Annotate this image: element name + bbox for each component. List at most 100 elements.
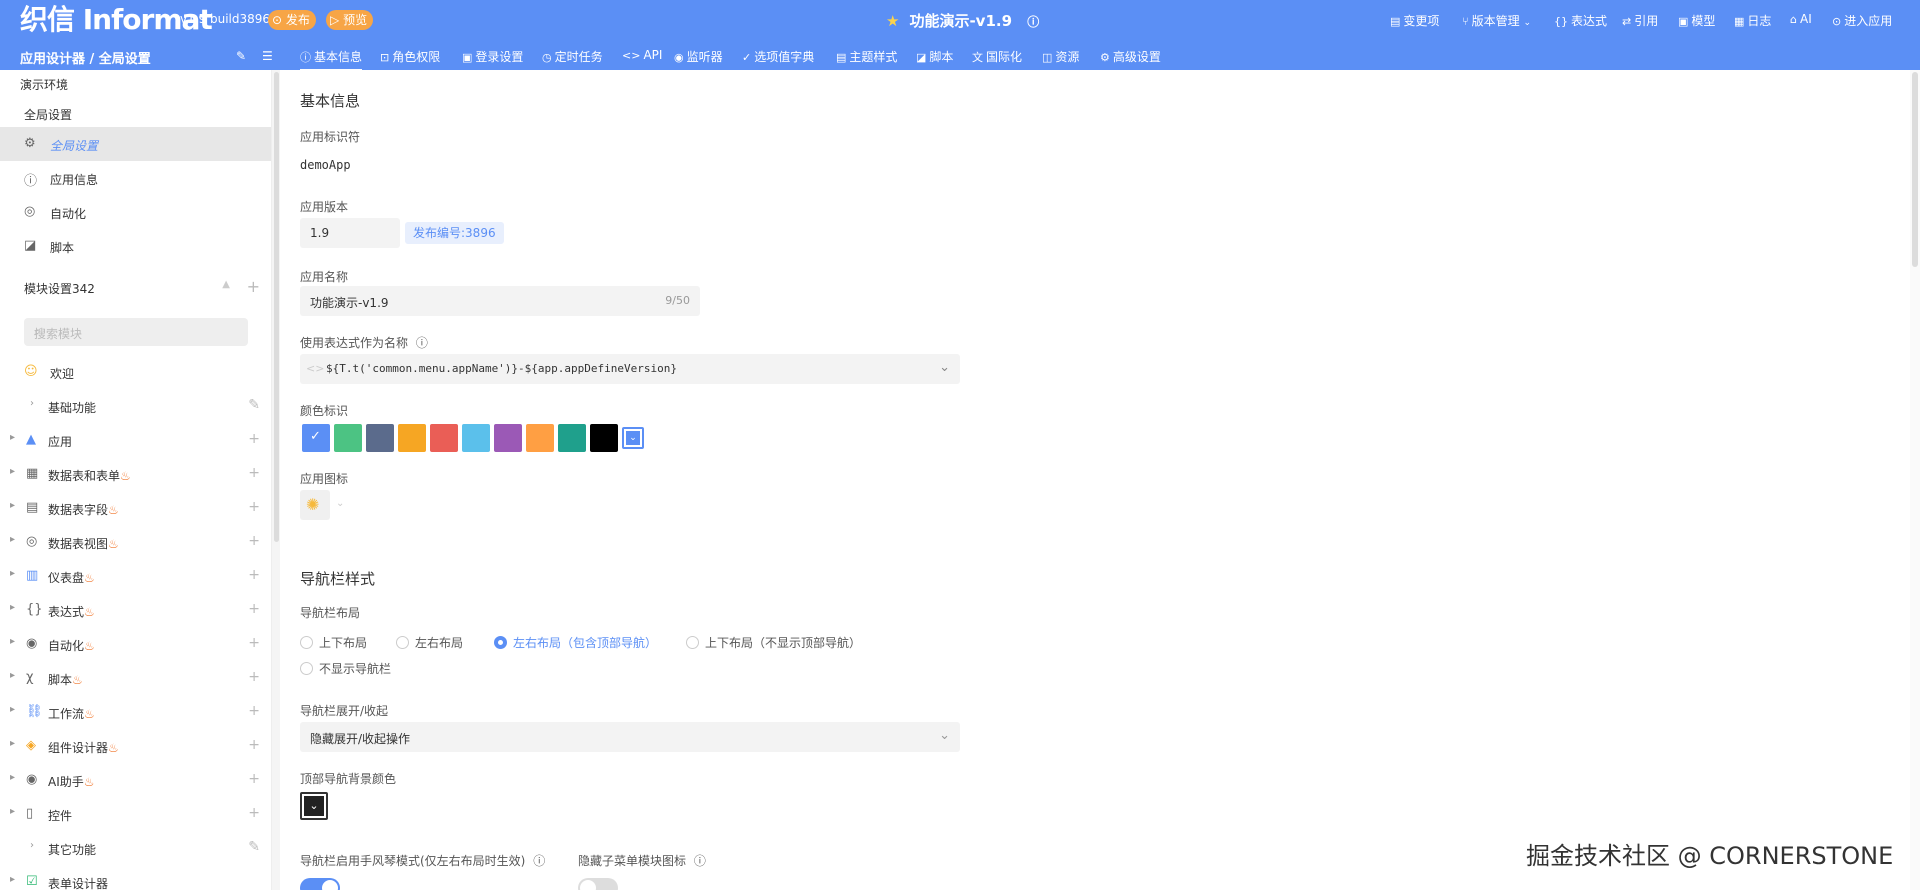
expr-name-input[interactable]: <> ${T.t('common.menu.appName')}-${app.ap…	[300, 354, 960, 384]
add-icon[interactable]: +	[248, 771, 260, 787]
color-swatch[interactable]	[430, 424, 458, 452]
tab-theme[interactable]: ▤ 主题样式	[836, 48, 897, 65]
add-icon[interactable]: +	[248, 465, 260, 481]
chevron-down-icon[interactable]: ⌄	[939, 360, 950, 375]
accordion-toggle[interactable]	[300, 878, 340, 890]
sidebar-item-table-field[interactable]: ▸ ▤ 数据表字段♨ +	[0, 491, 271, 525]
tab-resources[interactable]: ◫ 资源	[1042, 48, 1079, 65]
edit-icon[interactable]: ✎	[248, 839, 260, 855]
ai-button[interactable]: ⌂ AI	[1790, 12, 1812, 26]
help-icon[interactable]: ⓘ	[416, 336, 428, 350]
chevron-right-icon[interactable]: ▸	[10, 500, 15, 511]
tab-option-dict[interactable]: ✓ 选项值字典	[742, 48, 814, 65]
chevron-right-icon[interactable]: ▸	[10, 670, 15, 681]
layout-radio-left-right[interactable]: 左右布局	[396, 634, 463, 651]
module-search-input[interactable]: 搜索模块 ⌕	[24, 318, 248, 346]
sidebar-item-form-designer[interactable]: ▸ ☑ 表单设计器	[0, 865, 271, 890]
chevron-down-icon[interactable]: ⌄	[336, 498, 344, 509]
chevron-right-icon[interactable]: ▸	[10, 636, 15, 647]
add-icon[interactable]: +	[248, 431, 260, 447]
color-swatch[interactable]	[398, 424, 426, 452]
color-swatch[interactable]	[462, 424, 490, 452]
sidebar-item-component-designer[interactable]: ▸ ◈ 组件设计器♨ +	[0, 729, 271, 763]
add-icon[interactable]: +	[248, 737, 260, 753]
add-icon[interactable]: +	[248, 533, 260, 549]
chevron-right-icon[interactable]: ▸	[10, 874, 15, 885]
version-manage-button[interactable]: ⑂ 版本管理 ⌄	[1462, 12, 1531, 29]
publish-button[interactable]: ⊙ 发布	[268, 10, 316, 30]
chevron-right-icon[interactable]: ▸	[10, 738, 15, 749]
tab-basic-info[interactable]: ⓘ 基本信息	[300, 48, 363, 71]
tab-login[interactable]: ▣ 登录设置	[462, 48, 523, 65]
sidebar-item-ai-assistant[interactable]: ▸ ◉ AI助手♨ +	[0, 763, 271, 797]
tab-scheduled[interactable]: ◷ 定时任务	[542, 48, 603, 65]
top-bg-color-picker[interactable]: ⌄	[300, 792, 328, 820]
reference-button[interactable]: ⇄ 引用	[1622, 12, 1658, 29]
collapse-menu-icon[interactable]: ☰	[262, 49, 273, 63]
help-icon[interactable]: ⓘ	[1027, 15, 1039, 29]
color-swatch[interactable]	[366, 424, 394, 452]
preview-button[interactable]: ▷ 预览	[326, 10, 374, 30]
color-swatch[interactable]	[494, 424, 522, 452]
tab-listener[interactable]: ◉ 监听器	[674, 48, 723, 65]
sidebar-item-dashboard[interactable]: ▸ ▥ 仪表盘♨ +	[0, 559, 271, 593]
sidebar-item-table-view[interactable]: ▸ ◎ 数据表视图♨ +	[0, 525, 271, 559]
layout-radio-top-bottom[interactable]: 上下布局	[300, 634, 367, 651]
chevron-right-icon[interactable]: ›	[30, 398, 34, 409]
color-swatch[interactable]	[526, 424, 554, 452]
chevron-right-icon[interactable]: ›	[30, 840, 34, 851]
sidebar-item-script[interactable]: ◪ 脚本	[0, 229, 271, 263]
sidebar-item-script-module[interactable]: ▸ χ 脚本♨ +	[0, 661, 271, 695]
sidebar-item-expression[interactable]: ▸ {} 表达式♨ +	[0, 593, 271, 627]
tab-script[interactable]: ◪ 脚本	[916, 48, 953, 65]
add-icon[interactable]: +	[248, 601, 260, 617]
color-swatch[interactable]	[334, 424, 362, 452]
color-swatch[interactable]	[558, 424, 586, 452]
add-icon[interactable]: +	[248, 499, 260, 515]
sidebar-item-other[interactable]: › 其它功能 ✎	[0, 831, 271, 865]
edit-note-icon[interactable]: ✎	[236, 49, 246, 63]
sidebar-item-global-settings[interactable]: ⚙ 全局设置	[0, 127, 271, 161]
chevron-right-icon[interactable]: ▸	[10, 704, 15, 715]
sidebar-item-automation-module[interactable]: ▸ ◉ 自动化♨ +	[0, 627, 271, 661]
sidebar-item-basic[interactable]: › 基础功能 ✎	[0, 389, 271, 423]
chevron-right-icon[interactable]: ▸	[10, 602, 15, 613]
tab-i18n[interactable]: 文国际化	[972, 48, 1022, 65]
chevron-right-icon[interactable]: ▸	[10, 534, 15, 545]
enter-app-button[interactable]: ⊙ 进入应用	[1832, 12, 1892, 29]
help-icon[interactable]: ⓘ	[694, 854, 706, 868]
changes-button[interactable]: ▤ 变更项	[1390, 12, 1439, 29]
custom-color-picker[interactable]: ⌄	[622, 427, 644, 449]
chevron-right-icon[interactable]: ▸	[10, 568, 15, 579]
layout-radio-top-bottom-no-top[interactable]: 上下布局（不显示顶部导航）	[686, 634, 861, 651]
color-swatch[interactable]	[590, 424, 618, 452]
expression-button[interactable]: {} 表达式	[1554, 12, 1607, 29]
chevron-right-icon[interactable]: ▸	[10, 432, 15, 443]
sidebar-item-app-info[interactable]: ⓘ 应用信息	[0, 161, 271, 195]
log-button[interactable]: ▦ 日志	[1734, 12, 1771, 29]
app-name-input[interactable]: 功能演示-v1.9 9/50	[300, 286, 700, 316]
edit-icon[interactable]: ✎	[248, 397, 260, 413]
add-icon[interactable]: +	[248, 567, 260, 583]
sidebar-item-automation[interactable]: ◎ 自动化	[0, 195, 271, 229]
sidebar-scroll-thumb[interactable]	[274, 72, 279, 542]
triangle-icon[interactable]: ▲	[222, 279, 230, 290]
sidebar-item-table-form[interactable]: ▸ ▦ 数据表和表单♨ +	[0, 457, 271, 491]
main-scroll-thumb[interactable]	[1912, 72, 1918, 267]
help-icon[interactable]: ⓘ	[533, 854, 545, 868]
sidebar-item-workflow[interactable]: ▸ ⛓ 工作流♨ +	[0, 695, 271, 729]
chevron-right-icon[interactable]: ▸	[10, 772, 15, 783]
chevron-right-icon[interactable]: ▸	[10, 466, 15, 477]
nav-expand-select[interactable]: 隐藏展开/收起操作 ⌄	[300, 722, 960, 752]
add-icon[interactable]: +	[248, 805, 260, 821]
add-icon[interactable]: +	[248, 635, 260, 651]
layout-radio-none[interactable]: 不显示导航栏	[300, 660, 391, 677]
layout-radio-left-right-top[interactable]: 左右布局（包含顶部导航）	[494, 634, 657, 651]
add-icon[interactable]: +	[248, 669, 260, 685]
sidebar-item-controls[interactable]: ▸ ▯ 控件 +	[0, 797, 271, 831]
hide-submenu-icon-toggle[interactable]	[578, 878, 618, 890]
app-icon-picker[interactable]: ✺	[300, 490, 330, 520]
sidebar-item-welcome[interactable]: ☺ 欢迎	[0, 355, 271, 389]
model-button[interactable]: ▣ 模型	[1678, 12, 1715, 29]
sidebar-item-app[interactable]: ▸ ▲ 应用 +	[0, 423, 271, 457]
